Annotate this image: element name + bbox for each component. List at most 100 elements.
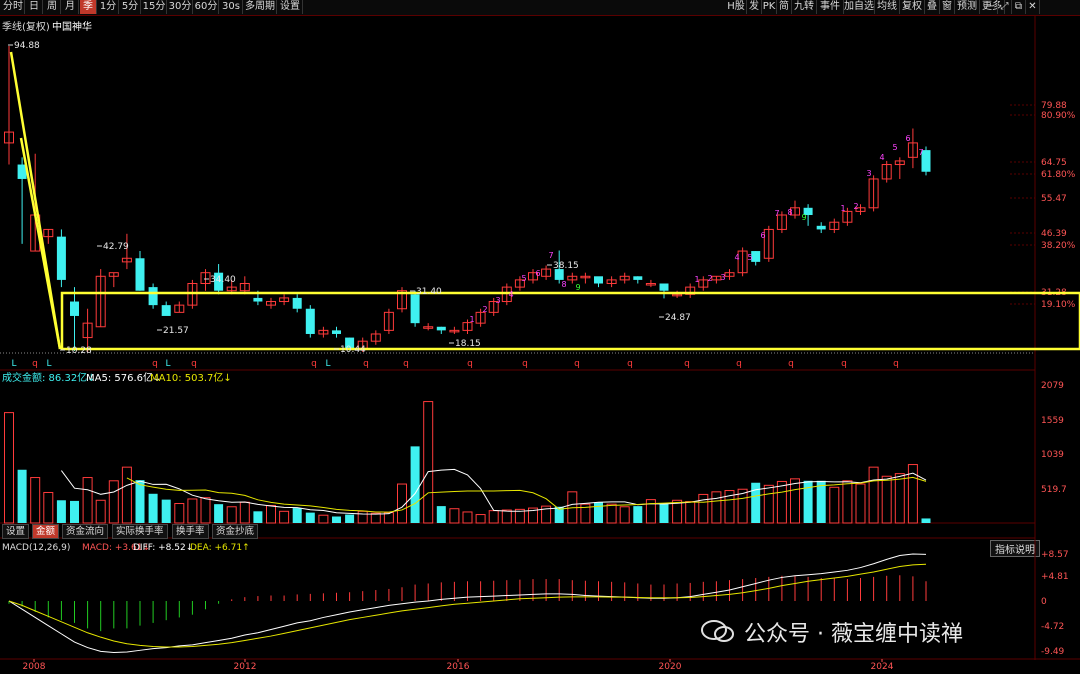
watermark: 公众号 · 薇宝缠中读禅 — [744, 622, 963, 647]
volume-bar-3 — [30, 477, 41, 524]
indicator-tab-5[interactable]: 资金抄底 — [212, 524, 259, 539]
indicator-tab-0[interactable]: 设置 — [2, 524, 30, 539]
volume-bar-49 — [633, 506, 643, 523]
signal-marker-13: q — [627, 359, 633, 369]
year-label-1: 2012 — [234, 662, 257, 672]
price-annotation-p1: 42.79 — [103, 242, 129, 252]
td-count-16: 8 — [787, 208, 792, 217]
indicator-tabs: 设置 金额 资金流向 实际换手率 换手率 资金抄底 — [0, 524, 1035, 539]
volume-axis-label-0: 2079 — [1041, 381, 1064, 391]
volume-bar-36 — [462, 511, 473, 524]
price-annotation-low2: 10.44 — [340, 345, 366, 355]
indicator-tab-3[interactable]: 实际换手率 — [112, 524, 168, 539]
volume-bar-20 — [253, 511, 263, 523]
td-count-7: 8 — [561, 280, 566, 289]
signal-marker-8: q — [363, 359, 369, 369]
candle-body-63 — [816, 225, 826, 230]
signal-marker-10: q — [467, 359, 473, 369]
volume-bar-18 — [226, 506, 237, 524]
volume-bar-11 — [135, 480, 145, 523]
volume-bar-19 — [239, 501, 250, 524]
volume-bar-65 — [842, 480, 853, 524]
candle-body-11 — [135, 258, 145, 291]
td-count-8: 9 — [575, 283, 580, 292]
price-axis-label-3: 61.80% — [1041, 170, 1076, 180]
volume-bar-69 — [894, 473, 905, 524]
zhongshu-box — [60, 291, 1080, 351]
price-annotation-low1: 10.28 — [66, 346, 92, 356]
td-count-22: 5 — [892, 143, 897, 152]
price-annotation-p5: 18.15 — [455, 339, 481, 349]
macd-axis-label-0: +8.57 — [1041, 550, 1069, 560]
macd-axis-label-3: -4.72 — [1041, 622, 1064, 632]
volume-bar-6 — [70, 500, 79, 523]
volume-bar-1 — [4, 412, 14, 524]
indicator-tab-1[interactable]: 金额 — [32, 524, 60, 539]
price-annotation-p3: 21.57 — [163, 326, 189, 336]
td-count-23: 6 — [905, 134, 910, 143]
volume-bar-26 — [332, 516, 341, 523]
indicator-tab-4[interactable]: 换手率 — [172, 524, 209, 539]
price-axis-label-6: 38.20% — [1041, 241, 1076, 251]
candle-body-26 — [332, 330, 341, 334]
volume-bar-61 — [790, 478, 800, 524]
signal-marker-6: q — [311, 359, 317, 369]
price-annotation-p2: 34.40 — [210, 275, 236, 285]
volume-bar-55 — [711, 491, 722, 524]
td-count-6: 7 — [548, 251, 553, 260]
td-count-20: 3 — [866, 169, 871, 178]
td-count-3: 4 — [508, 290, 513, 299]
volume-bar-58 — [751, 482, 761, 523]
td-count-15: 7 — [774, 209, 779, 218]
volume-bar-5 — [56, 500, 66, 523]
td-count-17: 9 — [801, 213, 806, 222]
volume-bar-21 — [266, 504, 276, 524]
candle-body-58 — [751, 251, 761, 262]
price-annotation-high: 94.88 — [14, 41, 40, 51]
indicator-tab-2[interactable]: 资金流向 — [62, 524, 109, 539]
volume-bar-48 — [619, 506, 630, 524]
signal-marker-2: L — [46, 359, 51, 369]
td-count-13: 5 — [747, 253, 752, 262]
td-count-12: 4 — [734, 253, 739, 262]
macd-axis-label-2: 0 — [1041, 597, 1047, 607]
volume-axis-label-1: 1559 — [1041, 416, 1064, 426]
td-count-18: 1 — [840, 204, 845, 213]
volume-bar-38 — [488, 510, 499, 524]
signal-marker-12: q — [574, 359, 580, 369]
price-axis-label-0: 79.88 — [1041, 101, 1067, 111]
volume-bar-13 — [161, 499, 171, 523]
td-count-9: 1 — [694, 275, 699, 284]
volume-bar-66 — [855, 483, 866, 524]
volume-bar-28 — [357, 510, 368, 524]
volume-bar-37 — [475, 514, 486, 524]
volume-bar-63 — [816, 480, 826, 523]
volume-bar-2 — [17, 469, 27, 523]
signal-marker-0: L — [11, 359, 16, 369]
volume-bar-51 — [659, 503, 669, 523]
volume-bar-8 — [95, 499, 106, 524]
volume-bar-32 — [410, 446, 420, 523]
volume-bar-59 — [763, 484, 774, 524]
price-annotation-p7: 24.87 — [665, 313, 691, 323]
macd-dea: DEA: +6.71↑ — [190, 543, 250, 553]
price-axis-label-4: 55.47 — [1041, 194, 1067, 204]
volume-bar-7 — [82, 477, 93, 524]
year-label-3: 2020 — [659, 662, 682, 672]
price-axis-label-1: 80.90% — [1041, 111, 1076, 121]
volume-bar-23 — [292, 508, 302, 523]
volume-bar-17 — [214, 504, 224, 523]
td-count-21: 4 — [879, 153, 884, 162]
price-annotation-p6: 38.15 — [553, 261, 579, 271]
price-annotation-p4: 31.40 — [416, 287, 442, 297]
signal-marker-7: L — [325, 359, 330, 369]
td-count-2: 3 — [495, 296, 500, 305]
volume-bar-16 — [200, 497, 211, 524]
candle-body-13 — [161, 305, 171, 316]
td-count-24: 7 — [918, 148, 923, 157]
signal-marker-11: q — [522, 359, 528, 369]
volume-bar-24 — [305, 512, 315, 523]
td-count-5: 6 — [535, 269, 540, 278]
volume-ma5-line — [60, 468, 927, 515]
signal-marker-15: q — [736, 359, 742, 369]
